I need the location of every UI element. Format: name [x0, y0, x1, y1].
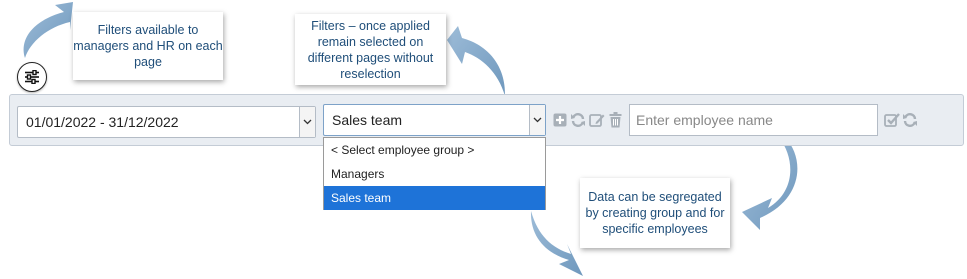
callout-segregation-text: Data can be segregated by creating group…: [585, 190, 725, 236]
callout-filters-persist: Filters – once applied remain selected o…: [295, 14, 446, 85]
option-label: Managers: [331, 167, 385, 181]
employee-group-option[interactable]: Managers: [324, 162, 545, 186]
employee-group-value: Sales team: [332, 112, 403, 128]
arrow-to-filter-button: [23, 2, 73, 58]
apply-icon[interactable]: [884, 112, 901, 128]
sliders-icon: [25, 70, 39, 84]
date-range-value: 01/01/2022 - 31/12/2022: [26, 114, 179, 130]
option-label: Sales team: [331, 191, 392, 205]
refresh-icon[interactable]: [902, 112, 918, 128]
date-range-dropdown-button[interactable]: [299, 107, 315, 137]
date-range-select[interactable]: 01/01/2022 - 31/12/2022: [17, 106, 316, 138]
employee-group-select[interactable]: Sales team: [323, 104, 546, 136]
callout-segregation: Data can be segregated by creating group…: [580, 178, 730, 248]
arrow-to-group-select: [447, 26, 506, 96]
edit-icon[interactable]: [589, 112, 605, 128]
arrow-from-dropdown: [530, 211, 583, 276]
employee-group-option[interactable]: < Select employee group >: [324, 138, 545, 162]
add-icon[interactable]: [553, 113, 567, 127]
employee-group-dropdown-button[interactable]: [529, 105, 545, 135]
callout-managers-hr: Filters available to managers and HR on …: [73, 12, 223, 80]
refresh-icon[interactable]: [570, 112, 586, 128]
filter-toggle-button[interactable]: [17, 62, 47, 92]
employee-group-option-selected[interactable]: Sales team: [324, 186, 545, 210]
employee-name-input[interactable]: [629, 104, 878, 136]
chevron-down-icon: [533, 117, 542, 123]
chevron-down-icon: [303, 119, 312, 125]
delete-icon[interactable]: [609, 112, 622, 128]
callout-filters-persist-text: Filters – once applied remain selected o…: [307, 18, 434, 81]
arrow-to-segregation-box: [742, 137, 798, 230]
callout-managers-hr-text: Filters available to managers and HR on …: [73, 23, 223, 69]
employee-group-options: < Select employee group > Managers Sales…: [323, 137, 546, 210]
option-label: < Select employee group >: [331, 143, 475, 157]
